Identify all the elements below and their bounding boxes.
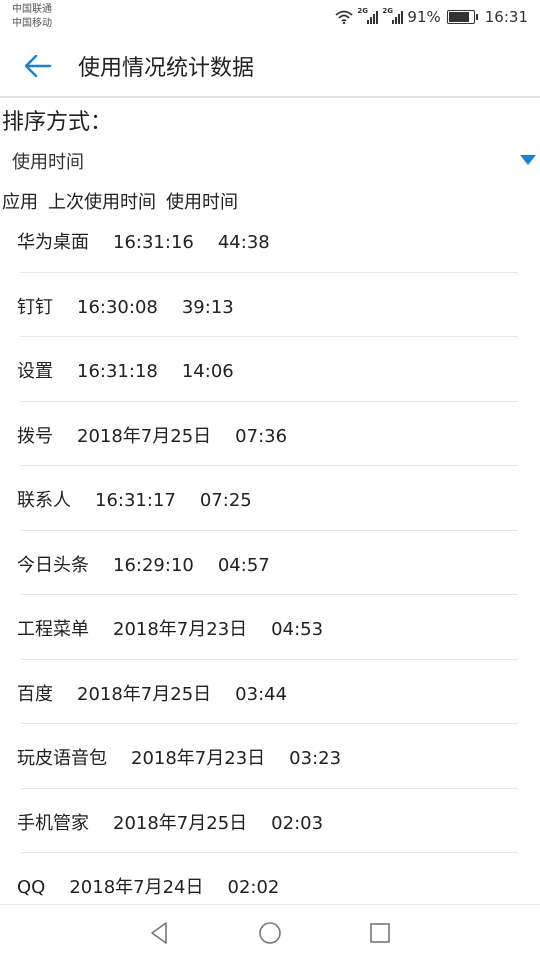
square-recents-icon[interactable] <box>366 919 394 947</box>
list-item: 工程菜单 2018年7月23日 04:53 <box>0 595 540 660</box>
status-icons: 2G 2G 91% 16:31 <box>335 6 528 28</box>
app-name: 百度 <box>17 683 53 705</box>
battery-percent: 91% <box>407 8 441 26</box>
sort-selected-value: 使用时间 <box>12 152 84 173</box>
signal-sim2-icon: 2G <box>382 7 404 24</box>
last-used-time: 2018年7月23日 <box>113 619 248 640</box>
usage-time: 39:13 <box>181 296 234 318</box>
status-bar: 中国联通 中国移动 2G 2G 91% 16:31 <box>0 0 540 36</box>
usage-time: 07:36 <box>235 425 288 447</box>
last-used-time: 2018年7月25日 <box>77 425 212 447</box>
usage-time: 04:53 <box>271 619 324 640</box>
usage-time: 03:44 <box>235 683 288 705</box>
clock: 16:31 <box>484 8 528 26</box>
last-used-time: 16:31:16 <box>113 232 194 253</box>
dropdown-arrow-icon <box>520 155 536 165</box>
list-item: 联系人 16:31:17 07:25 <box>0 466 540 531</box>
carrier-2: 中国移动 <box>12 18 52 29</box>
list-item: 拨号 2018年7月25日 07:36 <box>0 402 540 466</box>
usage-list: 华为桌面 16:31:16 44:38 钉钉 16:30:08 39:13 设置 16:3… <box>0 208 540 918</box>
usage-time: 02:03 <box>271 812 324 834</box>
sort-dropdown[interactable]: 使用时间 <box>0 140 540 180</box>
app-name: 玩皮语音包 <box>17 748 107 769</box>
battery-fill <box>448 12 469 22</box>
list-item: 百度 2018年7月25日 03:44 <box>0 660 540 724</box>
signal-sim1-icon: 2G <box>357 7 379 24</box>
app-name: 工程菜单 <box>17 619 89 640</box>
app-name: 设置 <box>17 361 53 382</box>
app-name: 钉钉 <box>17 296 53 318</box>
list-item: 玩皮语音包 2018年7月23日 03:23 <box>0 724 540 789</box>
list-item: 华为桌面 16:31:16 44:38 <box>0 208 540 273</box>
battery-icon <box>446 10 478 24</box>
sim1-network-tag: 2G <box>357 7 369 15</box>
usage-time: 02:02 <box>227 877 280 898</box>
last-used-time: 2018年7月25日 <box>113 812 248 834</box>
app-name: 联系人 <box>17 490 71 511</box>
app-bar: 使用情况统计数据 <box>0 36 540 98</box>
app-name: QQ <box>17 877 46 898</box>
last-used-time: 16:30:08 <box>77 296 158 318</box>
last-used-time: 2018年7月25日 <box>77 683 212 705</box>
list-item: 今日头条 16:29:10 04:57 <box>0 531 540 595</box>
last-used-time: 16:31:18 <box>77 361 158 382</box>
last-used-time: 16:29:10 <box>113 554 194 576</box>
usage-time: 14:06 <box>181 361 234 382</box>
app-name: 拨号 <box>17 425 53 447</box>
usage-time: 03:23 <box>289 748 342 769</box>
page-title: 使用情况统计数据 <box>78 56 255 81</box>
arrow-left-icon[interactable] <box>22 52 54 80</box>
triangle-back-icon[interactable] <box>146 919 174 947</box>
last-used-time: 2018年7月24日 <box>69 877 204 898</box>
last-used-time: 16:31:17 <box>95 490 176 511</box>
wifi-icon <box>335 10 354 24</box>
list-item: 设置 16:31:18 14:06 <box>0 337 540 402</box>
app-name: 今日头条 <box>17 554 89 576</box>
last-used-time: 2018年7月23日 <box>131 748 266 769</box>
list-item: 钉钉 16:30:08 39:13 <box>0 273 540 337</box>
app-name: 华为桌面 <box>17 232 89 253</box>
carrier-1: 中国联通 <box>12 4 52 15</box>
sim2-network-tag: 2G <box>382 7 394 15</box>
navigation-bar <box>0 904 540 961</box>
list-item: 手机管家 2018年7月25日 02:03 <box>0 789 540 853</box>
circle-home-icon[interactable] <box>256 919 284 947</box>
usage-time: 07:25 <box>199 490 252 511</box>
app-name: 手机管家 <box>17 812 89 834</box>
usage-time: 44:38 <box>217 232 270 253</box>
usage-time: 04:57 <box>217 554 270 576</box>
sort-label: 排序方式： <box>2 110 113 135</box>
carrier-names: 中国联通 中国移动 <box>12 3 52 31</box>
